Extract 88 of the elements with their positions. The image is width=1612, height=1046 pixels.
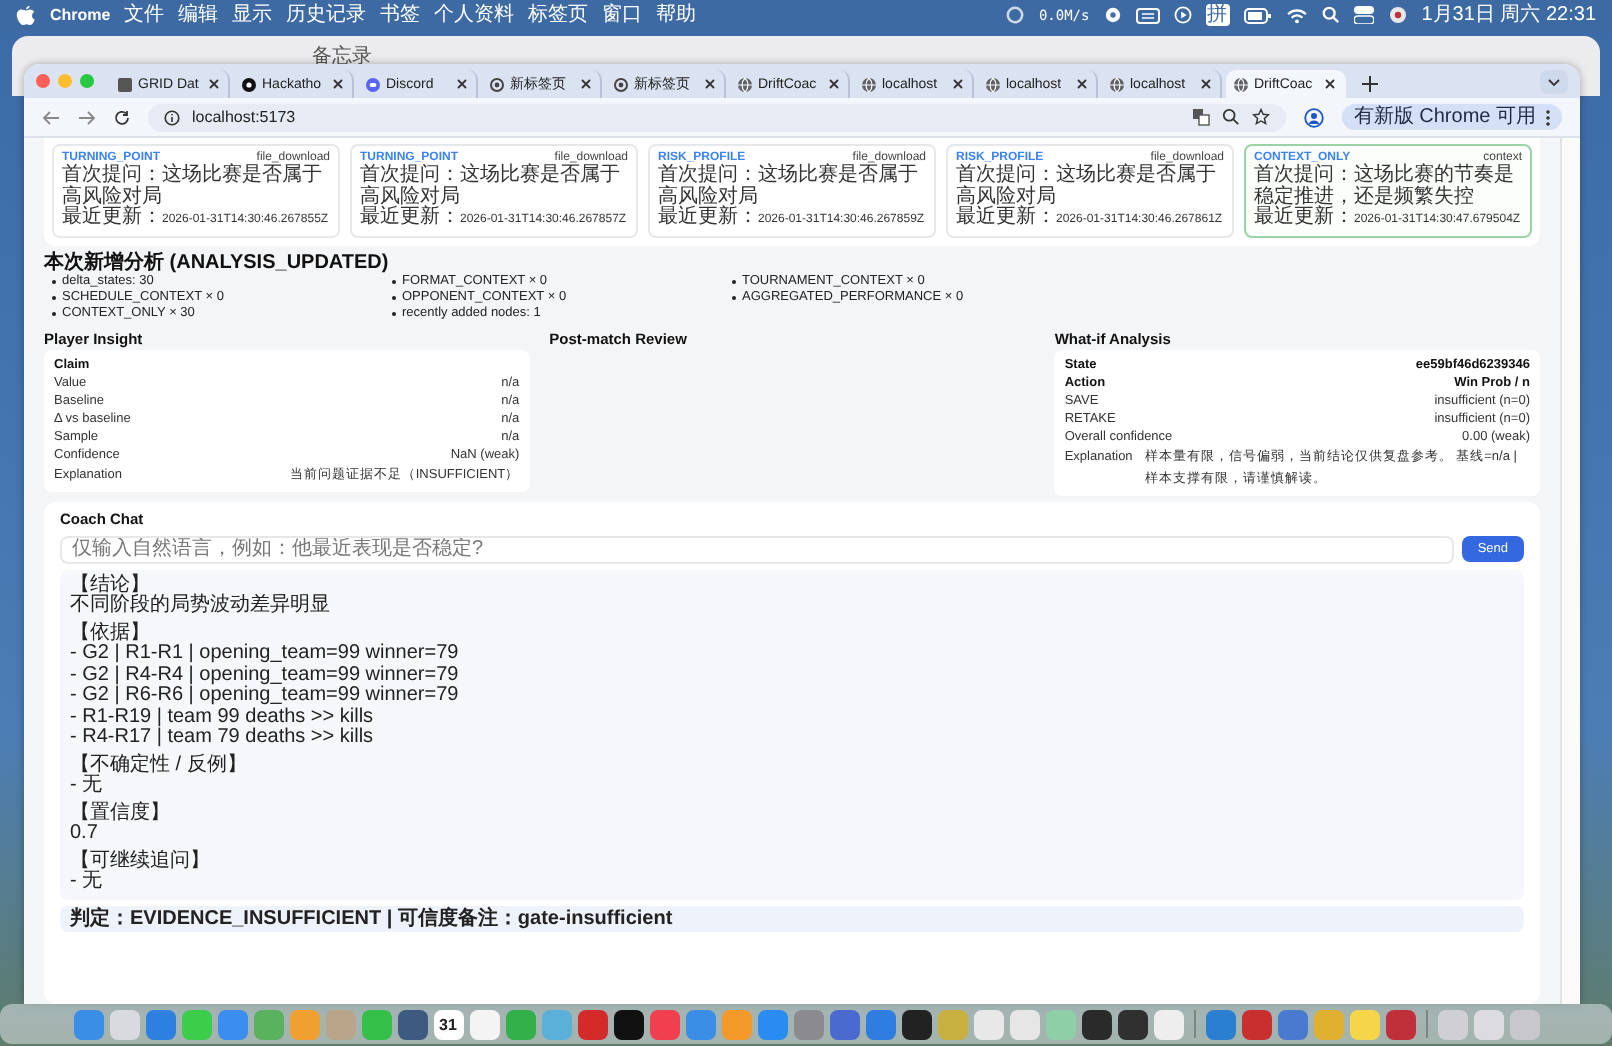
updated-label: 最近更新： <box>658 208 758 229</box>
response-heading: 【不确定性 / 反例】 <box>70 755 249 775</box>
clock[interactable]: 1月31日 周六 22:31 <box>1421 4 1596 26</box>
close-icon[interactable] <box>828 78 840 90</box>
logo-icon <box>242 77 256 91</box>
close-icon[interactable] <box>704 78 716 90</box>
address-bar[interactable]: localhost:5173 <box>148 103 1286 131</box>
logo-icon <box>366 77 380 91</box>
question-text: 首次提问：这场比赛的节奏是稳定推进，还是频繁失控 <box>1254 166 1516 207</box>
wifi-icon[interactable] <box>1285 7 1308 23</box>
question-text: 首次提问：这场比赛是否属于高风险对局 <box>360 166 622 207</box>
chevron-down-icon[interactable] <box>1540 69 1568 93</box>
menu-item[interactable]: 显示 <box>232 4 273 26</box>
globe-icon <box>862 77 876 91</box>
close-window-icon[interactable] <box>36 74 50 88</box>
updated-label: 最近更新： <box>956 208 1056 229</box>
response-heading: 【依据】 <box>70 623 152 643</box>
updated-label: 最近更新： <box>1254 208 1354 229</box>
profile-icon[interactable] <box>1303 107 1324 127</box>
reload-icon[interactable] <box>114 109 130 125</box>
search-icon[interactable] <box>1321 6 1340 24</box>
update-chrome-button[interactable]: 有新版 Chrome 可用 <box>1341 104 1562 130</box>
question-text: 首次提问：这场比赛是否属于高风险对局 <box>658 166 920 207</box>
globe-icon <box>738 77 752 91</box>
response-line: 0.7 <box>70 824 100 845</box>
response-line: - G2 | R6-R6 | opening_team=99 winner=79 <box>70 686 461 707</box>
app-icon[interactable] <box>1081 1009 1111 1039</box>
app-icon[interactable] <box>1117 1009 1147 1039</box>
close-icon[interactable] <box>1324 78 1336 90</box>
menu-item[interactable]: 标签页 <box>528 4 589 26</box>
menu-item[interactable]: 历史记录 <box>286 4 367 26</box>
app-menu[interactable]: Chrome <box>50 6 111 24</box>
section-heading: 本次新增分析 (ANALYSIS_UPDATED) <box>44 251 391 273</box>
response-line: - G2 | R4-R4 | opening_team=99 winner=79 <box>70 665 461 685</box>
response-line: - 无 <box>70 776 103 797</box>
globe-icon <box>1234 77 1248 91</box>
globe-icon <box>986 77 1000 91</box>
close-icon[interactable] <box>1200 78 1212 90</box>
forward-arrow-icon[interactable] <box>78 109 96 125</box>
chat-input-field[interactable]: 仅输入自然语言，例如：他最近表现是否稳定? <box>60 535 1454 563</box>
back-arrow-icon[interactable] <box>42 109 60 125</box>
response-heading: 【结论】 <box>70 575 151 595</box>
close-icon[interactable] <box>332 78 344 90</box>
close-icon[interactable] <box>580 78 592 90</box>
question-text: 首次提问：这场比赛是否属于高风险对局 <box>956 166 1218 207</box>
scrollbar[interactable] <box>1560 138 1580 1004</box>
close-icon[interactable] <box>952 78 964 90</box>
menu-item[interactable]: 帮助 <box>656 4 697 26</box>
response-heading: 【置信度】 <box>70 803 172 824</box>
verdict-bar: 判定：EVIDENCE_INSUFFICIENT | 可信度备注：gate-insufficient <box>60 905 1524 931</box>
battery-icon[interactable] <box>1243 7 1272 23</box>
calendar-app-icon[interactable]: 31 <box>433 1009 463 1039</box>
minimize-window-icon[interactable] <box>58 74 72 88</box>
response-line: - R4-R17 | team 79 deaths >> kills <box>70 728 376 749</box>
star-icon[interactable] <box>1251 108 1270 126</box>
response-line: - G2 | R1-R1 | opening_team=99 winner=79 <box>70 644 461 665</box>
menu-item[interactable]: 个人资料 <box>434 4 515 26</box>
logo-icon <box>118 77 132 91</box>
ring-icon <box>490 77 504 91</box>
response-line: - 无 <box>70 872 104 893</box>
menu-item[interactable]: 编辑 <box>178 4 219 26</box>
zoom-window-icon[interactable] <box>80 74 94 88</box>
app-icon[interactable] <box>901 1009 931 1039</box>
menu-item[interactable]: 书签 <box>380 4 421 26</box>
new-tab-icon[interactable] <box>1362 76 1378 92</box>
updated-label: 最近更新： <box>360 208 460 229</box>
updated-label: 最近更新： <box>62 208 162 229</box>
zoom-icon[interactable] <box>1221 108 1240 126</box>
input-method-indicator[interactable]: 拼 <box>1205 4 1230 26</box>
app-icon[interactable] <box>613 1009 643 1039</box>
apple-logo-icon[interactable] <box>16 4 36 26</box>
close-icon[interactable] <box>456 78 468 90</box>
response-line: - R1-R19 | team 99 deaths >> kills <box>70 707 376 727</box>
play-icon[interactable] <box>1173 6 1192 24</box>
ring-icon <box>614 77 628 91</box>
close-icon[interactable] <box>1076 78 1088 90</box>
spinner-icon <box>1006 6 1025 24</box>
close-icon[interactable] <box>208 78 220 90</box>
question-text: 首次提问：这场比赛是否属于高风险对局 <box>62 166 324 207</box>
keyboard-icon[interactable] <box>1135 7 1160 23</box>
control-center-icon[interactable] <box>1353 6 1374 24</box>
response-line: 不同阶段的局势波动差异明显 <box>70 596 332 617</box>
globe-icon <box>1110 77 1124 91</box>
menu-item[interactable]: 文件 <box>124 4 165 26</box>
response-heading: 【可继续追问】 <box>70 851 212 871</box>
menu-item[interactable]: 窗口 <box>602 4 643 26</box>
window-title: 备忘录 <box>312 46 372 68</box>
info-icon <box>164 109 180 125</box>
